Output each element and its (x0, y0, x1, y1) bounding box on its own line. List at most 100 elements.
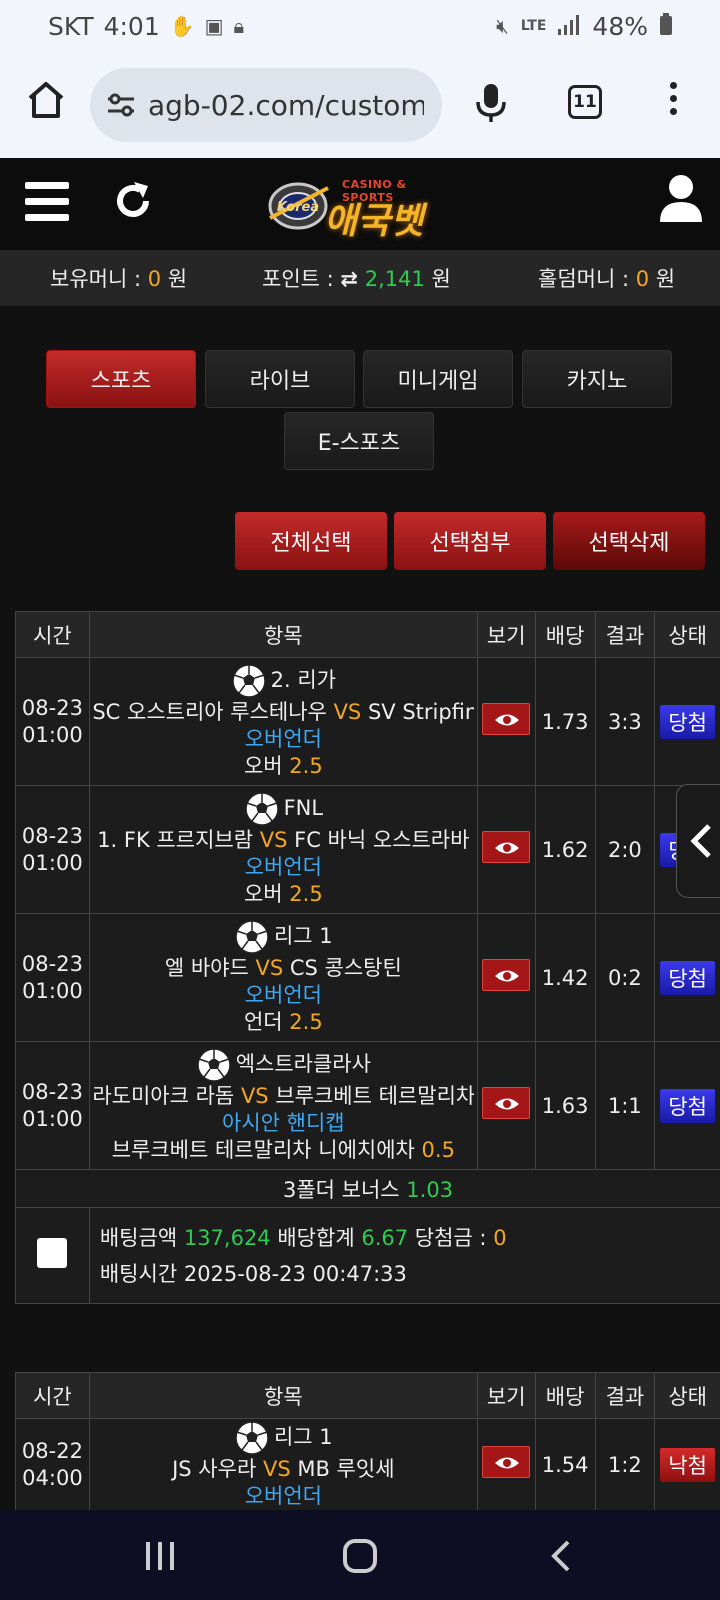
balance-bar: 보유머니 : 0 원 포인트 : ⇄ 2,141 원 홀덤머니 : 0 원 (0, 250, 720, 306)
pick: 오버 (243, 754, 283, 778)
odds-value: 1.62 (534, 785, 596, 914)
menu-icon[interactable] (25, 182, 69, 230)
slip-checkbox[interactable] (37, 1238, 68, 1268)
view-detail-button[interactable] (482, 830, 531, 863)
odds-value: 1.73 (534, 657, 596, 786)
refresh-icon[interactable] (110, 178, 156, 224)
site-settings-icon[interactable] (106, 90, 136, 120)
col-status: 상태 (654, 611, 720, 658)
col-result: 결과 (594, 1372, 656, 1419)
soccer-ball-icon (244, 792, 279, 826)
slip-summary-row: 배팅금액 137,624 배당합계 6.67 당첨금 : 0 배팅시간 2025… (15, 1207, 720, 1304)
browser-toolbar: agb-02.com/custome 11 (0, 52, 720, 158)
eye-icon (495, 1098, 520, 1109)
home-team: 엘 바야드 (164, 956, 249, 980)
points: 포인트 : ⇄ 2,141 원 (262, 267, 451, 291)
select-all-button[interactable]: 전체선택 (235, 512, 387, 570)
lock-icon: 🔒︎ (233, 14, 245, 38)
vs-label: VS (240, 1084, 269, 1108)
league-name: FNL (283, 796, 324, 820)
delete-selected-button[interactable]: 선택삭제 (553, 512, 705, 570)
more-menu-icon[interactable] (670, 82, 680, 121)
user-icon[interactable] (658, 174, 704, 222)
side-drawer-tab[interactable] (676, 784, 720, 898)
table-row: 08-22 04:00 리그 1 JS 사우라 VS MB 루잇세 오버언더 1.54 1:… (15, 1418, 720, 1511)
bet-history-table-2: 시간 항목 보기 배당 결과 상태 08-22 04:00 리그 1 JS 사우라 V… (15, 1372, 720, 1511)
league-name: 2. 리가 (270, 668, 336, 692)
view-detail-button[interactable] (482, 1086, 531, 1119)
bet-item: 리그 1 JS 사우라 VS MB 루잇세 오버언더 (88, 1418, 478, 1511)
score-value: 1:2 (594, 1418, 656, 1511)
status-badge: 당첨 (660, 704, 715, 739)
table-header-row: 시간 항목 보기 배당 결과 상태 (15, 1372, 720, 1419)
held-money: 보유머니 : 0 원 (50, 267, 188, 291)
market-type: 오버언더 (244, 1483, 322, 1508)
holdem-money: 홀덤머니 : 0 원 (538, 267, 676, 291)
home-nav-icon[interactable] (342, 1538, 378, 1574)
clock: 4:01 (103, 11, 160, 41)
market-type: 아시안 핸디캡 (222, 1111, 345, 1135)
col-view: 보기 (476, 611, 536, 658)
vs-label: VS (333, 700, 362, 724)
col-result: 결과 (594, 611, 656, 658)
soccer-ball-icon (235, 920, 269, 954)
col-time: 시간 (15, 611, 90, 658)
view-detail-button[interactable] (482, 1445, 531, 1478)
pick: 오버 (243, 882, 283, 906)
media-icon: ▣ (204, 14, 224, 38)
tab-sports[interactable]: 스포츠 (46, 350, 196, 408)
away-team: 브루크베트 테르말리차 (275, 1084, 475, 1108)
col-time: 시간 (15, 1372, 90, 1419)
away-team: FC 바닉 오스트라바 (294, 828, 470, 852)
recent-apps-icon[interactable] (144, 1540, 176, 1572)
attach-selected-button[interactable]: 선택첨부 (394, 512, 546, 570)
battery-level: 48% (592, 11, 648, 41)
league-name: 리그 1 (273, 924, 333, 948)
bet-item: 2. 리가 SC 오스트리아 루스테나우 VS SV Stripfing 오버언더오… (88, 657, 478, 786)
soccer-ball-icon (196, 1048, 231, 1082)
col-view: 보기 (476, 1372, 536, 1419)
soccer-ball-icon (231, 664, 266, 698)
line: 2.5 (289, 1010, 323, 1034)
notification-icon: ✋ (169, 14, 195, 38)
score-value: 3:3 (594, 657, 656, 786)
tab-esports[interactable]: E-스포츠 (284, 412, 434, 470)
soccer-ball-icon (235, 1420, 269, 1455)
bet-item: 리그 1 엘 바야드 VS CS 콩스탕틴 오버언더 언더 2.5 (88, 913, 478, 1042)
eye-icon (495, 1457, 520, 1468)
market-type: 오버언더 (244, 727, 322, 751)
site-header: Korea CASINO & SPORTS 애국벳 (0, 158, 720, 250)
tab-casino[interactable]: 카지노 (522, 350, 672, 408)
bet-time: 08-23 01:00 (15, 785, 90, 914)
col-odds: 배당 (534, 611, 596, 658)
battery-icon (660, 12, 672, 41)
tab-switcher-button[interactable]: 11 (568, 85, 602, 119)
score-value: 1:1 (594, 1041, 656, 1170)
table-row: 08-23 01:00 FNL 1. FK 프르지브람 VS FC 바닉 오스트라바 오… (15, 785, 720, 914)
exchange-icon[interactable]: ⇄ (340, 267, 358, 291)
back-icon[interactable] (550, 1540, 572, 1572)
line: 0.5 (421, 1138, 455, 1162)
view-detail-button[interactable] (482, 958, 531, 991)
league-name: 리그 1 (273, 1424, 333, 1449)
home-icon[interactable] (26, 80, 66, 120)
score-value: 0:2 (594, 913, 656, 1042)
tab-minigame[interactable]: 미니게임 (363, 350, 513, 408)
col-item: 항목 (88, 611, 478, 658)
col-status: 상태 (654, 1372, 720, 1419)
site-logo[interactable]: Korea CASINO & SPORTS 애국벳 (268, 176, 450, 242)
bet-time: 08-23 01:00 (15, 913, 90, 1042)
url-text[interactable]: agb-02.com/custome (148, 89, 424, 122)
odds-value: 1.54 (534, 1418, 596, 1511)
address-bar[interactable]: agb-02.com/custome (90, 68, 442, 142)
score-value: 2:0 (594, 785, 656, 914)
bet-time: 08-22 04:00 (15, 1418, 90, 1511)
odds-value: 1.63 (534, 1041, 596, 1170)
status-badge: 당첨 (660, 960, 715, 995)
col-item: 항목 (88, 1372, 478, 1419)
view-detail-button[interactable] (482, 702, 531, 735)
mic-icon[interactable] (474, 82, 508, 128)
away-team: SV Stripfing (367, 700, 474, 724)
eye-icon (495, 842, 520, 853)
tab-live[interactable]: 라이브 (205, 350, 355, 408)
